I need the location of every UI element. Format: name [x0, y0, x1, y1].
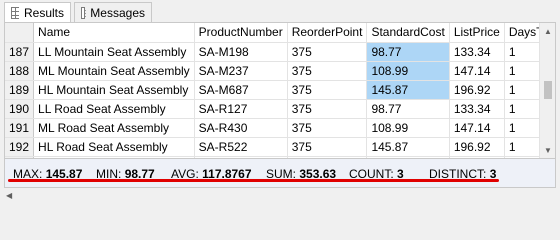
header-row: Name ProductNumber ReorderPoint Standard…: [5, 23, 555, 43]
cell-standardcost[interactable]: 98.77: [366, 99, 450, 119]
cell-listprice[interactable]: 196.92: [449, 137, 505, 157]
row-number[interactable]: 188: [5, 61, 35, 81]
cell-standardcost[interactable]: 108.99: [366, 61, 450, 81]
aggregate-status-bar: MAX: 145.87 MIN: 98.77 AVG: 117.8767 SUM…: [4, 159, 556, 188]
cell-standardcost[interactable]: 98.77: [366, 42, 450, 62]
column-header-productnumber[interactable]: ProductNumber: [194, 23, 288, 43]
results-grid[interactable]: Name ProductNumber ReorderPoint Standard…: [4, 22, 556, 159]
cell-productnumber[interactable]: SA-R522: [194, 137, 288, 157]
column-header-reorderpoint[interactable]: ReorderPoint: [287, 23, 368, 43]
cell-listprice[interactable]: 147.14: [449, 118, 505, 138]
row-number[interactable]: 189: [5, 80, 35, 100]
scroll-up-icon[interactable]: ▲: [540, 23, 555, 39]
scroll-down-icon[interactable]: ▼: [540, 142, 555, 158]
results-table: Name ProductNumber ReorderPoint Standard…: [5, 23, 555, 158]
row-header-corner[interactable]: [5, 23, 35, 43]
cell-productnumber[interactable]: SA-R430: [194, 118, 288, 138]
column-header-listprice[interactable]: ListPrice: [449, 23, 505, 43]
messages-icon: [81, 6, 86, 19]
tab-messages-label: Messages: [90, 5, 145, 20]
table-row[interactable]: 191 ML Road Seat Assembly SA-R430 375 108.99…: [5, 118, 555, 138]
row-number[interactable]: 191: [5, 118, 35, 138]
row-number[interactable]: 190: [5, 99, 35, 119]
cell-name[interactable]: HL Road Seat Assembly: [33, 137, 195, 157]
cell-productnumber[interactable]: SA-M237: [194, 61, 288, 81]
cell-name[interactable]: LL Road Seat Assembly: [33, 99, 195, 119]
cell-name[interactable]: HL Mountain Seat Assembly: [33, 80, 195, 100]
table-row[interactable]: 189 HL Mountain Seat Assembly SA-M687 375 14…: [5, 80, 555, 100]
row-number[interactable]: 187: [5, 42, 35, 62]
cell-productnumber[interactable]: SA-M687: [194, 80, 288, 100]
row-number[interactable]: 192: [5, 137, 35, 157]
scroll-left-icon[interactable]: ◀: [6, 191, 12, 200]
table-row[interactable]: 187 LL Mountain Seat Assembly SA-M198 375 98…: [5, 42, 555, 62]
tab-messages[interactable]: Messages: [74, 2, 152, 22]
column-header-standardcost[interactable]: StandardCost: [366, 23, 450, 43]
cell-standardcost[interactable]: 108.99: [366, 118, 450, 138]
cell-name[interactable]: ML Mountain Seat Assembly: [33, 61, 195, 81]
grid-icon: [11, 6, 19, 19]
column-header-name[interactable]: Name: [33, 23, 195, 43]
tab-results[interactable]: Results: [4, 2, 71, 22]
cell-reorderpoint[interactable]: 375: [287, 61, 368, 81]
cell-name[interactable]: LL Mountain Seat Assembly: [33, 42, 195, 62]
red-annotation-underline: [8, 179, 499, 182]
cell-productnumber[interactable]: SA-M198: [194, 42, 288, 62]
vertical-scrollbar[interactable]: ▲ ▼: [539, 23, 555, 158]
cell-productnumber[interactable]: SA-R127: [194, 99, 288, 119]
table-row[interactable]: 188 ML Mountain Seat Assembly SA-M237 375 10…: [5, 61, 555, 81]
cell-reorderpoint[interactable]: 375: [287, 42, 368, 62]
tab-results-label: Results: [23, 5, 64, 20]
table-row[interactable]: 192 HL Road Seat Assembly SA-R522 375 145.87…: [5, 137, 555, 157]
cell-reorderpoint[interactable]: 375: [287, 137, 368, 157]
result-tabs: Results Messages: [0, 0, 560, 22]
table-row[interactable]: 190 LL Road Seat Assembly SA-R127 375 98.77 1…: [5, 99, 555, 119]
cell-listprice[interactable]: 196.92: [449, 80, 505, 100]
cell-reorderpoint[interactable]: 375: [287, 118, 368, 138]
cell-listprice[interactable]: 133.34: [449, 42, 505, 62]
horizontal-scrollbar[interactable]: ◀: [4, 188, 556, 205]
cell-name[interactable]: ML Road Seat Assembly: [33, 118, 195, 138]
cell-listprice[interactable]: 133.34: [449, 99, 505, 119]
cell-standardcost[interactable]: 145.87: [366, 137, 450, 157]
cell-standardcost[interactable]: 145.87: [366, 80, 450, 100]
scroll-thumb[interactable]: [544, 81, 552, 99]
cell-listprice[interactable]: 147.14: [449, 61, 505, 81]
cell-reorderpoint[interactable]: 375: [287, 99, 368, 119]
cell-reorderpoint[interactable]: 375: [287, 80, 368, 100]
